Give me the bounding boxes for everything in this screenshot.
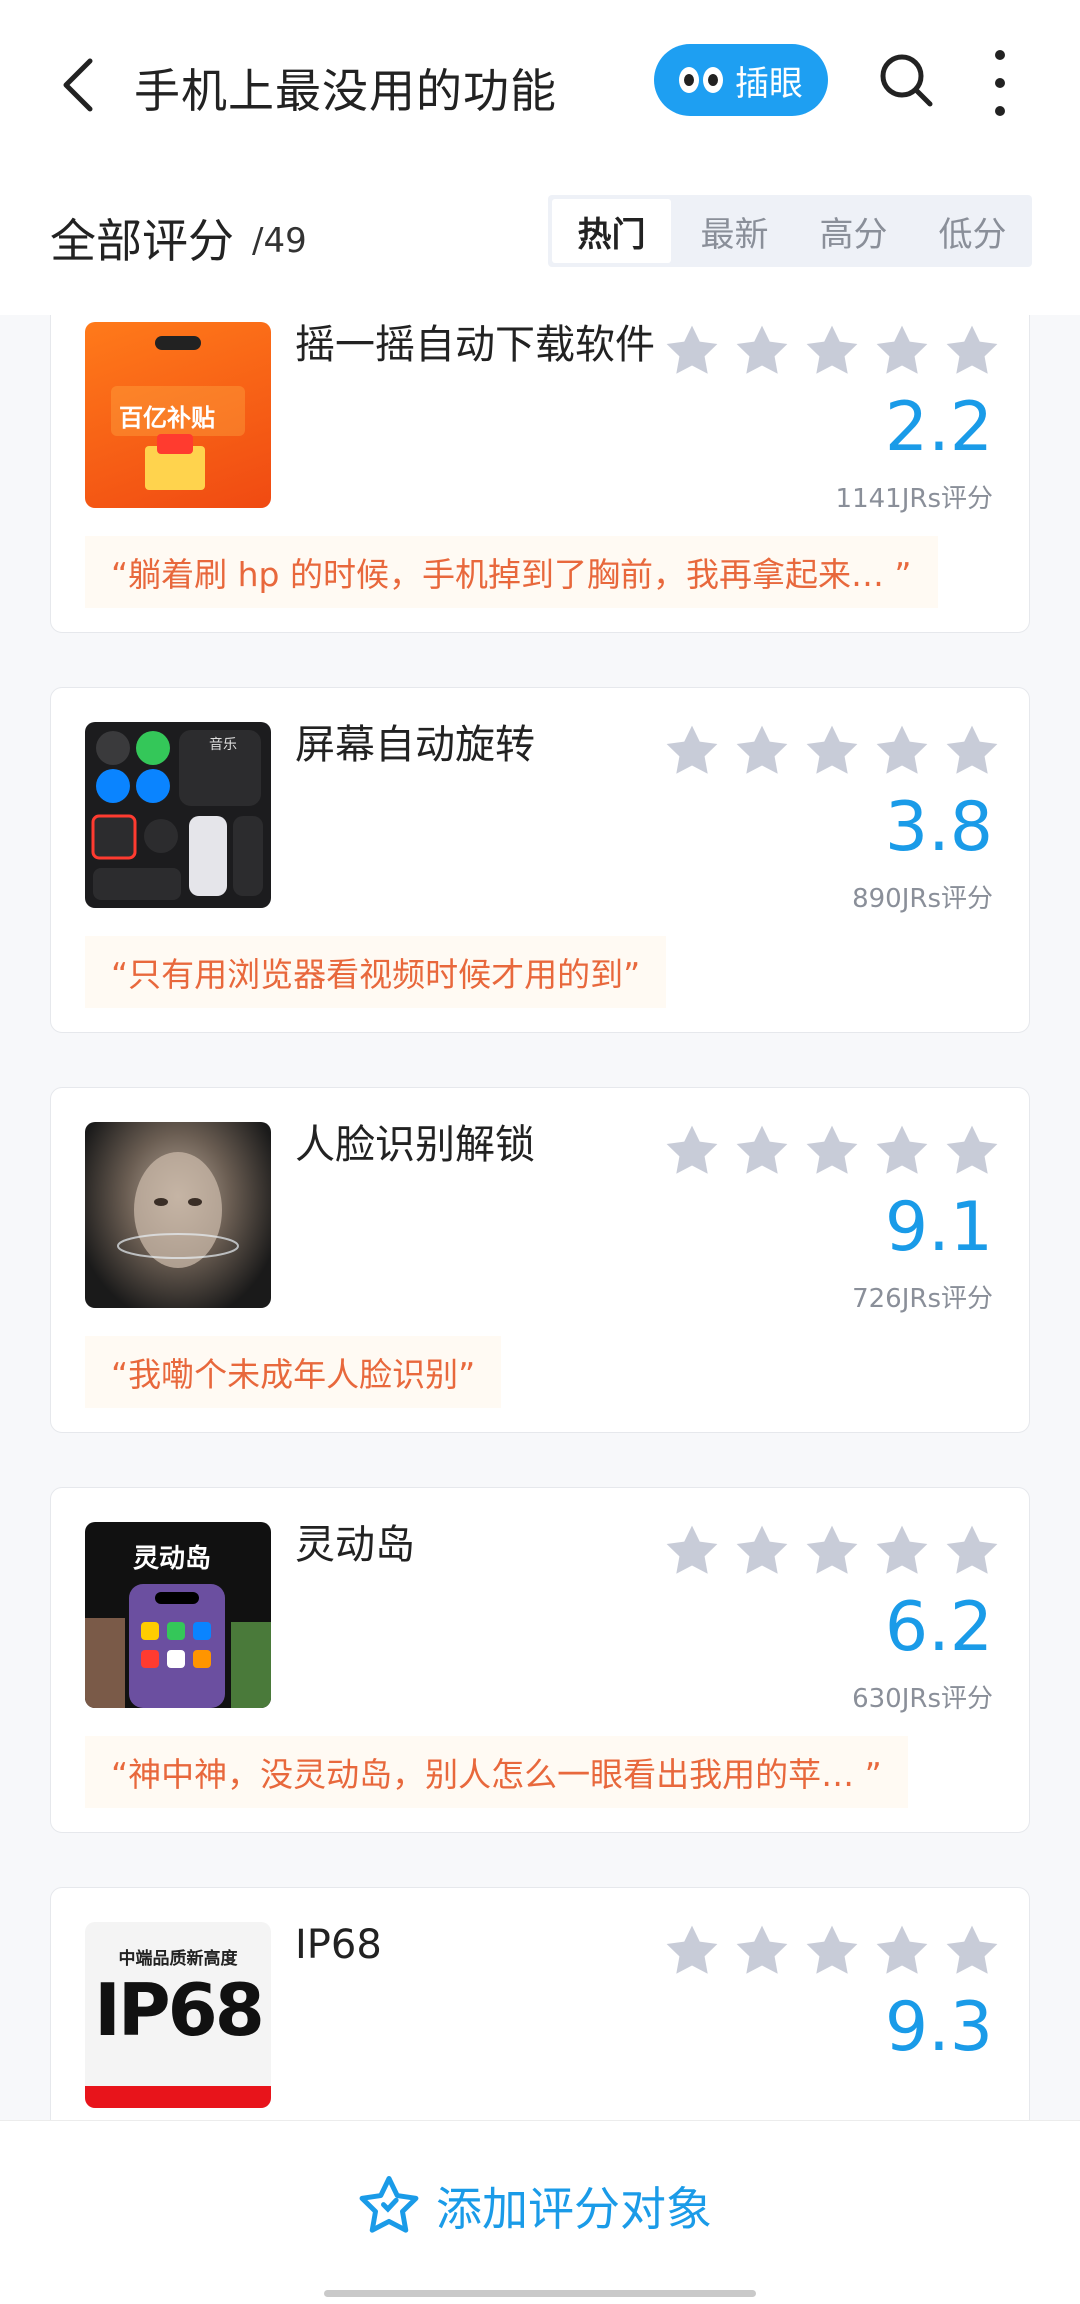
star-icon (876, 725, 928, 774)
chayan-button[interactable]: 插眼 (654, 44, 828, 116)
back-arrow-icon[interactable] (48, 50, 108, 120)
search-icon[interactable] (876, 50, 936, 110)
rater-count: 1141JRs评分 (835, 484, 993, 514)
star-icon (806, 325, 858, 374)
list-item[interactable]: 中端品质新高度 IP68 IP68 9.3 (50, 1887, 1030, 2120)
average-score: 3.8 (884, 788, 993, 867)
item-thumbnail: 百亿补贴 (85, 322, 271, 508)
star-icon (876, 325, 928, 374)
item-name: 摇一摇自动下载软件 (295, 322, 655, 368)
ratings-subheader: 全部评分 /49 热门 最新 高分 低分 (0, 165, 1080, 315)
ratings-count: /49 (252, 221, 307, 261)
item-thumbnail: 中端品质新高度 IP68 (85, 1922, 271, 2108)
bottom-action-bar: 添加评分对象 (0, 2120, 1080, 2304)
thumbnail-caption: 灵动岛 (133, 1544, 212, 1574)
star-icon (876, 1925, 928, 1974)
tab-newest[interactable]: 最新 (675, 195, 794, 267)
item-name: 屏幕自动旋转 (295, 722, 535, 768)
list-item[interactable]: 人脸识别解锁 9.1 726JRs评分 “我嘞个未成年人脸识别” (50, 1087, 1030, 1433)
star-icon (666, 1525, 718, 1574)
rater-count: 630JRs评分 (852, 1684, 993, 1714)
thumbnail-caption: 百亿补贴 (119, 404, 215, 432)
rater-count: 890JRs评分 (852, 884, 993, 914)
average-score: 9.1 (884, 1188, 993, 1267)
item-name: 人脸识别解锁 (295, 1122, 535, 1168)
thumbnail-caption: 音乐 (209, 737, 237, 753)
item-name: 灵动岛 (295, 1522, 415, 1568)
average-score: 2.2 (884, 388, 993, 467)
list-item[interactable]: 灵动岛 灵动岛 6.2 630JRs评分 “神中神，没灵动岛，别人怎么一眼看出我… (50, 1487, 1030, 1833)
star-icon (946, 725, 998, 774)
app-header: 手机上最没用的功能 插眼 (0, 0, 1080, 165)
tab-high-score[interactable]: 高分 (794, 195, 913, 267)
thumbnail-caption: 中端品质新高度 (118, 1949, 238, 1969)
page-title: 手机上最没用的功能 (134, 64, 557, 118)
star-plus-icon (359, 2176, 419, 2233)
add-rating-item-button[interactable]: 添加评分对象 (356, 2173, 712, 2239)
item-name: IP68 (295, 1922, 382, 1968)
rating-list[interactable]: 百亿补贴 摇一摇自动下载软件 2.2 1141JRs评分 “躺着刷 hp 的时候… (0, 315, 1080, 2120)
top-comment[interactable]: “我嘞个未成年人脸识别” (85, 1336, 502, 1408)
chayan-label: 插眼 (735, 63, 803, 104)
more-options-icon[interactable] (980, 50, 1020, 116)
star-icon (666, 1125, 718, 1174)
star-icon (736, 325, 788, 374)
star-icon (946, 1525, 998, 1574)
list-item[interactable]: 百亿补贴 摇一摇自动下载软件 2.2 1141JRs评分 “躺着刷 hp 的时候… (50, 315, 1030, 633)
star-icon (736, 1925, 788, 1974)
star-rating[interactable] (661, 1522, 1003, 1580)
average-score: 9.3 (884, 1988, 993, 2067)
star-icon (876, 1525, 928, 1574)
star-icon (666, 325, 718, 374)
star-rating[interactable] (661, 1922, 1003, 1980)
top-comment[interactable]: “只有用浏览器看视频时候才用的到” (85, 936, 667, 1008)
star-icon (946, 325, 998, 374)
all-ratings-title: 全部评分 (50, 214, 234, 268)
tab-low-score[interactable]: 低分 (913, 195, 1032, 267)
star-icon (876, 1125, 928, 1174)
star-icon (946, 1925, 998, 1974)
home-indicator[interactable] (324, 2290, 756, 2297)
sort-tabs: 热门 最新 高分 低分 (548, 195, 1032, 267)
star-rating[interactable] (661, 722, 1003, 780)
star-icon (736, 1525, 788, 1574)
star-icon (946, 1125, 998, 1174)
rater-count: 726JRs评分 (852, 1284, 993, 1314)
star-icon (666, 725, 718, 774)
average-score: 6.2 (884, 1588, 993, 1667)
top-comment[interactable]: “神中神，没灵动岛，别人怎么一眼看出我用的苹… ” (85, 1736, 908, 1808)
star-rating[interactable] (661, 322, 1003, 380)
star-icon (806, 1925, 858, 1974)
item-thumbnail: 灵动岛 (85, 1522, 271, 1708)
item-thumbnail: 音乐 (85, 722, 271, 908)
tab-hot[interactable]: 热门 (552, 199, 671, 263)
star-icon (806, 1525, 858, 1574)
thumbnail-caption: IP68 (94, 1968, 265, 2052)
add-rating-item-label: 添加评分对象 (436, 2182, 712, 2236)
eyes-icon (679, 67, 723, 93)
star-rating[interactable] (661, 1122, 1003, 1180)
star-icon (736, 725, 788, 774)
item-thumbnail (85, 1122, 271, 1308)
star-icon (806, 725, 858, 774)
star-icon (736, 1125, 788, 1174)
star-icon (806, 1125, 858, 1174)
top-comment[interactable]: “躺着刷 hp 的时候，手机掉到了胸前，我再拿起来… ” (85, 536, 938, 608)
list-item[interactable]: 音乐 屏幕自动旋转 3.8 890JRs评分 “只有用浏览器看视频时候才用的到” (50, 687, 1030, 1033)
star-icon (666, 1925, 718, 1974)
